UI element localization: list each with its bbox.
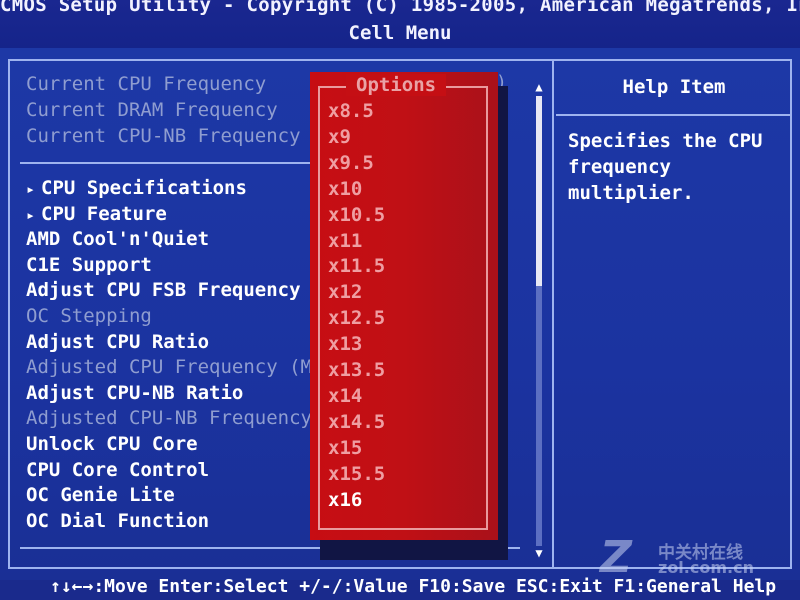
- bios-title: CMOS Setup Utility - Copyright (C) 1985-…: [0, 0, 800, 16]
- option-item[interactable]: x8.5: [328, 98, 478, 124]
- option-item[interactable]: x15: [328, 435, 478, 461]
- option-item[interactable]: x13.5: [328, 357, 478, 383]
- menu-item[interactable]: OC Genie Lite: [26, 483, 175, 507]
- option-item-selected[interactable]: x16: [328, 487, 478, 513]
- option-item[interactable]: x11.5: [328, 253, 478, 279]
- watermark-logo: Z: [600, 532, 632, 583]
- menu-item[interactable]: Adjust CPU Ratio: [26, 330, 209, 354]
- option-item[interactable]: x14: [328, 383, 478, 409]
- option-item[interactable]: x12: [328, 279, 478, 305]
- submenu-item[interactable]: CPU Specifications: [26, 176, 247, 200]
- menu-item[interactable]: Unlock CPU Core: [26, 432, 198, 456]
- option-item[interactable]: x15.5: [328, 461, 478, 487]
- watermark-url: zol.com.cn: [658, 558, 754, 577]
- option-item[interactable]: x12.5: [328, 305, 478, 331]
- options-popup[interactable]: Options x8.5 x9 x9.5 x10 x10.5 x11 x11.5 x12 x12…: [310, 72, 498, 540]
- menu-item[interactable]: Adjust CPU-NB Ratio: [26, 381, 243, 405]
- submenu-item[interactable]: CPU Feature: [26, 202, 167, 226]
- arrow-down-icon[interactable]: ▼: [530, 546, 548, 560]
- menu-item[interactable]: OC Dial Function: [26, 509, 209, 533]
- help-divider: [556, 114, 792, 116]
- menu-item[interactable]: AMD Cool'n'Quiet: [26, 227, 209, 251]
- page-title: Cell Menu: [348, 22, 452, 44]
- help-title: Help Item: [622, 76, 726, 98]
- option-item[interactable]: x10: [328, 176, 478, 202]
- menu-item[interactable]: Adjust CPU FSB Frequency (MH: [26, 278, 346, 302]
- option-item[interactable]: x14.5: [328, 409, 478, 435]
- info-divider: [20, 162, 320, 164]
- popup-title: Options: [346, 74, 447, 96]
- option-item[interactable]: x9.5: [328, 150, 478, 176]
- menu-item[interactable]: C1E Support: [26, 253, 152, 277]
- key-hint-bar: ↑↓←→:Move Enter:Select +/-/:Value F10:Sa…: [0, 576, 800, 600]
- option-item[interactable]: x13: [328, 331, 478, 357]
- help-text: Specifies the CPU frequency multiplier.: [568, 130, 763, 204]
- info-item: Current CPU Frequency: [26, 73, 267, 95]
- watermark: Z 中关村在线 zol.com.cn: [600, 536, 796, 580]
- info-item: Current DRAM Frequency: [26, 99, 278, 121]
- scroll-thumb[interactable]: [536, 96, 542, 286]
- scrollbar[interactable]: ▲ ▼: [530, 80, 548, 562]
- info-item: Current CPU-NB Frequency: [26, 125, 301, 147]
- option-item[interactable]: x9: [328, 124, 478, 150]
- option-item[interactable]: x10.5: [328, 202, 478, 228]
- panel-divider: [552, 59, 554, 569]
- menu-item[interactable]: CPU Core Control: [26, 458, 209, 482]
- arrow-up-icon[interactable]: ▲: [530, 80, 548, 94]
- menu-item: OC Stepping: [26, 305, 152, 327]
- menu-item: Adjusted CPU-NB Frequency (M: [26, 407, 347, 430]
- menu-item: Adjusted CPU Frequency (MHz): [26, 356, 347, 379]
- title-bar: CMOS Setup Utility - Copyright (C) 1985-…: [0, 0, 800, 48]
- option-item[interactable]: x11: [328, 228, 478, 254]
